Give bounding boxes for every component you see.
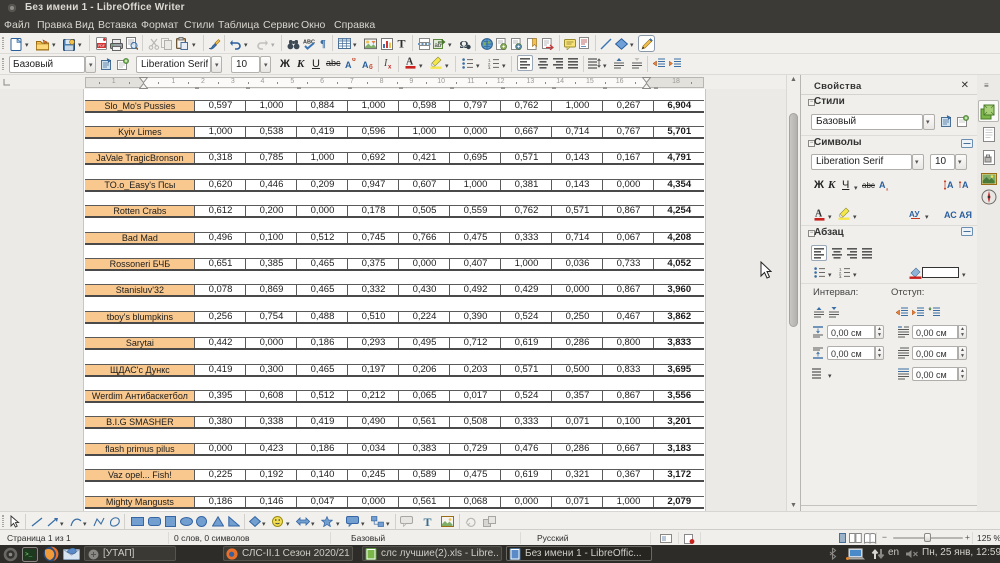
svg-text:ₐ: ₐ [886,186,889,191]
svg-text:PDF: PDF [98,44,105,48]
svg-text:ab: ab [435,43,442,49]
svg-text:АУ: АУ [909,210,920,219]
svg-text:АЯ: АЯ [959,210,972,220]
svg-text:А: А [362,60,369,70]
svg-text:3.: 3. [839,274,842,278]
svg-text:T: T [398,37,406,49]
svg-text:АС: АС [944,210,957,220]
svg-text:A: A [406,57,414,68]
svg-text:A: A [815,209,823,220]
svg-text:3.: 3. [488,65,491,69]
svg-text:x: x [388,65,392,70]
svg-text:б: б [352,58,356,63]
svg-text:б: б [369,64,373,70]
svg-text:A: A [879,180,886,190]
svg-text:A: A [947,180,954,190]
svg-text:А: А [345,60,352,70]
svg-text:T: T [424,515,432,528]
svg-text:A: A [962,180,969,190]
svg-text:¶: ¶ [320,38,326,49]
svg-text:>_: >_ [25,551,33,558]
